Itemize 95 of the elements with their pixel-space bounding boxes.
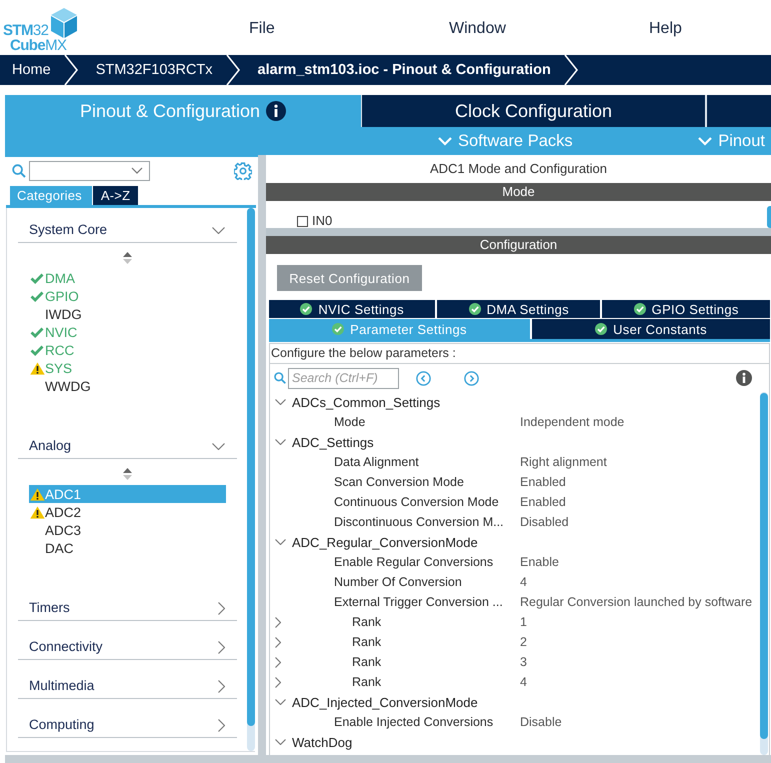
- section-header: Mode: [266, 183, 771, 201]
- parameter-value[interactable]: Enable: [520, 555, 559, 569]
- category-header[interactable]: System Core: [18, 208, 237, 243]
- settings-tab[interactable]: User Constants: [532, 319, 770, 339]
- settings-tab[interactable]: NVIC Settings: [269, 300, 436, 318]
- parameter-value[interactable]: 4: [520, 675, 527, 689]
- chevron-down-icon: [698, 136, 712, 146]
- sort-arrows-icon[interactable]: [123, 252, 132, 264]
- panel-title: ADC1 Mode and Configuration: [428, 160, 608, 178]
- parameter-value[interactable]: 3: [520, 655, 527, 669]
- parameter-name: Continuous Conversion Mode: [333, 495, 499, 509]
- peripheral-item[interactable]: IWDG: [29, 305, 226, 323]
- parameter-name: Number Of Conversion: [333, 575, 462, 589]
- search-icon: [12, 164, 26, 178]
- settings-tab[interactable]: DMA Settings: [437, 300, 600, 318]
- tree-group[interactable]: ADC_Settings: [270, 432, 760, 452]
- scrollbar-thumb[interactable]: [767, 206, 771, 228]
- tree-group[interactable]: ADC_Regular_ConversionMode: [270, 532, 760, 552]
- breadcrumb-link[interactable]: STM32F103RCTx: [78, 62, 226, 78]
- tree-group[interactable]: ADC_Injected_ConversionMode: [270, 692, 760, 712]
- parameter-value[interactable]: Disabled: [520, 515, 569, 529]
- logo-wordmark: CubeMX: [10, 38, 66, 53]
- chevron-down-icon: [275, 439, 286, 445]
- category-header[interactable]: Multimedia: [18, 664, 237, 699]
- parameter-value[interactable]: 4: [520, 575, 527, 589]
- parameter-value[interactable]: Disable: [520, 715, 562, 729]
- parameter-name: Rank: [351, 615, 382, 629]
- parameter-name: Discontinuous Conversion M...: [333, 515, 504, 529]
- parameter-name: Rank: [351, 635, 382, 649]
- menu-item[interactable]: Window: [449, 20, 506, 38]
- caret-icon: [131, 167, 143, 174]
- search-combobox[interactable]: [29, 160, 150, 180]
- breadcrumb-link[interactable]: alarm_stm103.ioc - Pinout & Configuration: [240, 62, 564, 78]
- peripheral-item[interactable]: DAC: [29, 539, 226, 557]
- chevron-down-icon: [275, 539, 286, 545]
- parameter-name: External Trigger Conversion ...: [333, 595, 503, 609]
- menu-item[interactable]: File: [249, 20, 275, 38]
- menu-item[interactable]: Help: [649, 20, 682, 38]
- parameter-name: Mode: [333, 415, 366, 429]
- parameter-value[interactable]: 1: [520, 615, 527, 629]
- chevron-down-icon: [438, 136, 452, 146]
- previous-icon[interactable]: [416, 370, 431, 386]
- chevron-down-icon: [275, 699, 286, 705]
- checkbox-label: IN0: [312, 214, 332, 228]
- chevron-right-icon: [564, 55, 578, 85]
- parameter-value[interactable]: Independent mode: [520, 415, 624, 429]
- parameter-name: Data Alignment: [333, 455, 419, 469]
- checkbox[interactable]: [297, 216, 308, 226]
- search-icon: [274, 372, 286, 384]
- category-header[interactable]: Timers: [18, 586, 237, 621]
- next-icon[interactable]: [464, 370, 479, 386]
- peripheral-item[interactable]: ADC2: [29, 503, 226, 521]
- parameter-name: Enable Regular Conversions: [333, 555, 494, 569]
- category-header[interactable]: Analog: [18, 424, 237, 459]
- chevron-right-icon: [218, 718, 225, 732]
- breadcrumb-link[interactable]: Home: [0, 62, 64, 78]
- chevron-down-icon: [275, 399, 286, 405]
- instruction-text: Configure the below parameters :: [270, 344, 769, 364]
- parameter-value[interactable]: 2: [520, 635, 527, 649]
- peripheral-item[interactable]: ADC3: [29, 521, 226, 539]
- cube-logo-icon: [51, 8, 78, 38]
- search-field[interactable]: Search (Ctrl+F): [288, 368, 399, 388]
- parameter-value[interactable]: Enabled: [520, 495, 566, 509]
- chevron-right-icon[interactable]: [275, 676, 281, 688]
- logo-wordmark: STM32: [3, 23, 48, 38]
- parameter-value[interactable]: Enabled: [520, 475, 566, 489]
- category-header[interactable]: Computing: [18, 703, 237, 738]
- settings-tab[interactable]: GPIO Settings: [602, 300, 770, 318]
- chevron-right-icon[interactable]: [275, 616, 281, 628]
- tree-group[interactable]: ADCs_Common_Settings: [270, 392, 760, 412]
- info-icon[interactable]: [736, 370, 752, 386]
- chevron-right-icon: [218, 640, 225, 654]
- section-header: Configuration: [266, 236, 771, 254]
- chevron-right-icon: [64, 55, 78, 85]
- parameter-name: Enable Injected Conversions: [333, 715, 494, 729]
- sort-arrows-icon[interactable]: [123, 468, 132, 480]
- chevron-down-icon: [212, 442, 225, 450]
- peripheral-item[interactable]: WWDG: [29, 377, 226, 395]
- chevron-down-icon: [275, 739, 286, 745]
- chevron-right-icon: [218, 680, 225, 692]
- parameter-value[interactable]: Right alignment: [520, 455, 607, 469]
- settings-icon[interactable]: [234, 162, 252, 180]
- parameter-name: Rank: [351, 675, 382, 689]
- chevron-right-icon: [218, 602, 225, 614]
- category-header[interactable]: Connectivity: [18, 625, 237, 660]
- parameter-value[interactable]: Regular Conversion launched by software: [520, 595, 752, 609]
- chevron-right-icon[interactable]: [275, 636, 281, 648]
- chevron-down-icon: [212, 226, 225, 234]
- parameter-name: Rank: [351, 655, 382, 669]
- chevron-right-icon: [226, 55, 240, 85]
- info-icon: [266, 101, 286, 121]
- parameter-name: Scan Conversion Mode: [333, 475, 464, 489]
- view-tab[interactable]: A->Z: [92, 186, 138, 205]
- chevron-right-icon[interactable]: [275, 656, 281, 668]
- tree-group[interactable]: WatchDog: [270, 732, 760, 752]
